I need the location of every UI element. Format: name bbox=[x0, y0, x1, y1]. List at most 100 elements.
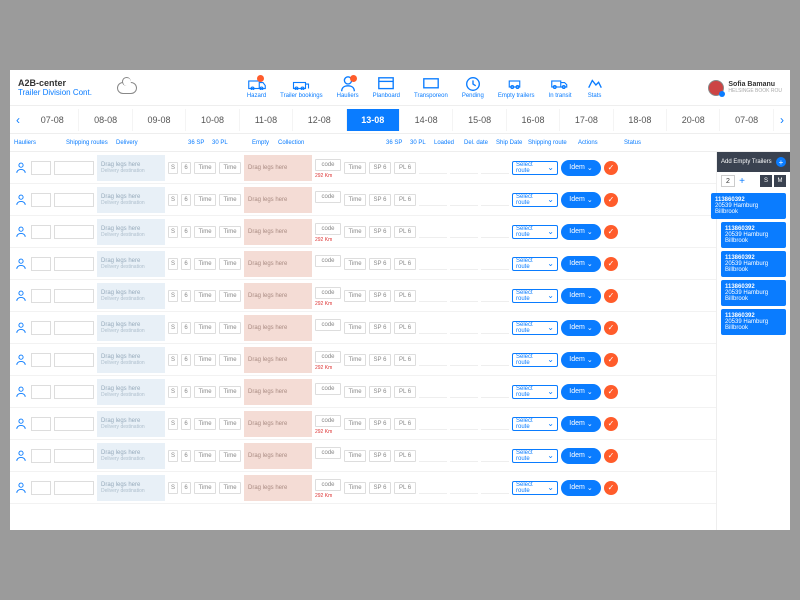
cell-time[interactable]: Time bbox=[194, 354, 216, 366]
date-tab[interactable]: 14-08 bbox=[400, 109, 453, 131]
loaded-cell[interactable] bbox=[419, 226, 447, 238]
status-check-icon[interactable]: ✓ bbox=[604, 257, 618, 271]
delivery-dropzone[interactable]: Drag legs hereDelivery destination bbox=[97, 251, 165, 277]
cell-6[interactable]: 6 bbox=[181, 322, 191, 334]
status-check-icon[interactable]: ✓ bbox=[604, 289, 618, 303]
delivery-dropzone[interactable]: Drag legs hereDelivery destination bbox=[97, 475, 165, 501]
deldate-cell[interactable] bbox=[450, 450, 478, 462]
col-header[interactable]: Shipping route bbox=[528, 140, 576, 146]
loaded-cell[interactable] bbox=[419, 386, 447, 398]
cell-s[interactable]: S bbox=[168, 162, 178, 174]
cell-time3[interactable]: Time bbox=[344, 258, 366, 270]
select-route-dropdown[interactable]: Select route bbox=[512, 321, 558, 335]
route-input[interactable] bbox=[54, 289, 94, 303]
cell-time3[interactable]: Time bbox=[344, 354, 366, 366]
cell-code[interactable]: code bbox=[315, 223, 341, 235]
cell-time[interactable]: Time bbox=[194, 482, 216, 494]
select-route-dropdown[interactable]: Select route bbox=[512, 257, 558, 271]
haulier-input[interactable] bbox=[31, 289, 51, 303]
col-header[interactable]: Loaded bbox=[434, 140, 462, 146]
cell-sp6[interactable]: SP 6 bbox=[369, 226, 391, 238]
cell-time[interactable]: Time bbox=[194, 450, 216, 462]
status-check-icon[interactable]: ✓ bbox=[604, 449, 618, 463]
select-route-dropdown[interactable]: Select route bbox=[512, 193, 558, 207]
cell-code[interactable]: code bbox=[315, 255, 341, 267]
cell-time[interactable]: Time bbox=[194, 322, 216, 334]
col-header[interactable]: Collection bbox=[278, 140, 348, 146]
shipdate-cell[interactable] bbox=[481, 194, 509, 206]
collection-dropzone[interactable]: Drag legs here bbox=[244, 219, 312, 245]
cell-time[interactable]: Time bbox=[194, 162, 216, 174]
trailer-card[interactable]: 11386039220539 HamburgBillbrook bbox=[721, 280, 786, 306]
haulier-input[interactable] bbox=[31, 321, 51, 335]
haulier-input[interactable] bbox=[31, 449, 51, 463]
cell-time2[interactable]: Time bbox=[219, 322, 241, 334]
date-tab[interactable]: 17-08 bbox=[560, 109, 613, 131]
idem-button[interactable]: Idem bbox=[561, 320, 601, 336]
date-prev-button[interactable]: ‹ bbox=[10, 113, 26, 127]
cell-6[interactable]: 6 bbox=[181, 418, 191, 430]
cell-6[interactable]: 6 bbox=[181, 482, 191, 494]
cell-time2[interactable]: Time bbox=[219, 194, 241, 206]
nav-empty-trailers[interactable]: Empty trailers bbox=[498, 77, 535, 99]
cell-s[interactable]: S bbox=[168, 258, 178, 270]
haulier-icon[interactable] bbox=[14, 321, 28, 335]
col-header[interactable]: 30 PL bbox=[212, 140, 234, 146]
add-trailer-button[interactable]: + bbox=[776, 157, 786, 167]
col-header[interactable]: Actions bbox=[578, 140, 622, 146]
cell-time2[interactable]: Time bbox=[219, 386, 241, 398]
cell-sp6[interactable]: SP 6 bbox=[369, 322, 391, 334]
route-input[interactable] bbox=[54, 257, 94, 271]
haulier-input[interactable] bbox=[31, 481, 51, 495]
select-route-dropdown[interactable]: Select route bbox=[512, 289, 558, 303]
delivery-dropzone[interactable]: Drag legs hereDelivery destination bbox=[97, 411, 165, 437]
cell-sp6[interactable]: SP 6 bbox=[369, 162, 391, 174]
shipdate-cell[interactable] bbox=[481, 226, 509, 238]
cell-time3[interactable]: Time bbox=[344, 418, 366, 430]
status-check-icon[interactable]: ✓ bbox=[604, 321, 618, 335]
loaded-cell[interactable] bbox=[419, 482, 447, 494]
cell-time3[interactable]: Time bbox=[344, 482, 366, 494]
cell-code[interactable]: code bbox=[315, 319, 341, 331]
cell-code[interactable]: code bbox=[315, 383, 341, 395]
cell-time[interactable]: Time bbox=[194, 290, 216, 302]
cell-s[interactable]: S bbox=[168, 194, 178, 206]
cell-time[interactable]: Time bbox=[194, 194, 216, 206]
date-tab[interactable]: 13-08 bbox=[347, 109, 400, 131]
haulier-icon[interactable] bbox=[14, 289, 28, 303]
delivery-dropzone[interactable]: Drag legs hereDelivery destination bbox=[97, 315, 165, 341]
shipdate-cell[interactable] bbox=[481, 418, 509, 430]
cell-s[interactable]: S bbox=[168, 354, 178, 366]
route-input[interactable] bbox=[54, 225, 94, 239]
col-header[interactable]: Del. date bbox=[464, 140, 494, 146]
cell-pl6[interactable]: PL 6 bbox=[394, 354, 416, 366]
trailer-card[interactable]: 11386039220539 HamburgBillbrook bbox=[711, 193, 786, 219]
col-header[interactable]: 36 SP bbox=[188, 140, 210, 146]
date-next-button[interactable]: › bbox=[774, 113, 790, 127]
cell-time2[interactable]: Time bbox=[219, 482, 241, 494]
select-route-dropdown[interactable]: Select route bbox=[512, 417, 558, 431]
shipdate-cell[interactable] bbox=[481, 482, 509, 494]
cell-pl6[interactable]: PL 6 bbox=[394, 418, 416, 430]
delivery-dropzone[interactable]: Drag legs hereDelivery destination bbox=[97, 443, 165, 469]
cell-6[interactable]: 6 bbox=[181, 194, 191, 206]
cell-sp6[interactable]: SP 6 bbox=[369, 450, 391, 462]
cell-6[interactable]: 6 bbox=[181, 386, 191, 398]
col-header[interactable]: 30 PL bbox=[410, 140, 432, 146]
cell-time2[interactable]: Time bbox=[219, 450, 241, 462]
shipdate-cell[interactable] bbox=[481, 290, 509, 302]
nav-in-transit[interactable]: In transit bbox=[549, 77, 572, 99]
shipdate-cell[interactable] bbox=[481, 386, 509, 398]
haulier-input[interactable] bbox=[31, 225, 51, 239]
collection-dropzone[interactable]: Drag legs here bbox=[244, 155, 312, 181]
cell-time3[interactable]: Time bbox=[344, 450, 366, 462]
haulier-icon[interactable] bbox=[14, 161, 28, 175]
filter-increment-button[interactable]: + bbox=[737, 176, 747, 187]
cell-s[interactable]: S bbox=[168, 290, 178, 302]
cell-code[interactable]: code bbox=[315, 447, 341, 459]
shipdate-cell[interactable] bbox=[481, 322, 509, 334]
collection-dropzone[interactable]: Drag legs here bbox=[244, 443, 312, 469]
filter-qty[interactable]: 2 bbox=[721, 175, 735, 187]
loaded-cell[interactable] bbox=[419, 354, 447, 366]
deldate-cell[interactable] bbox=[450, 322, 478, 334]
